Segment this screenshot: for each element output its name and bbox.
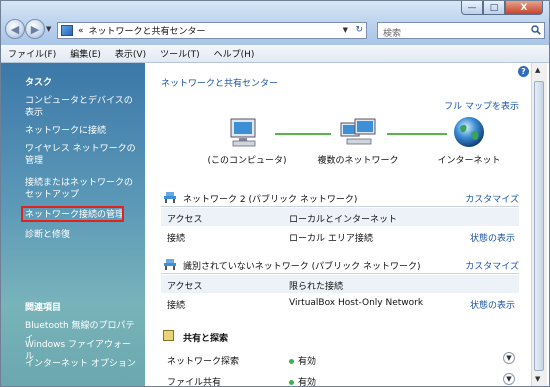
search-input[interactable]: 検索 bbox=[383, 26, 401, 39]
explorer-window: — □ X ◀ ▶ ▼ « ネットワークと共有センター ▼ ↻ 検索 ファイル(… bbox=[0, 0, 550, 387]
computer-icon bbox=[230, 118, 256, 147]
row-value: 有効 bbox=[298, 357, 317, 367]
tasks-heading: タスク bbox=[25, 78, 53, 88]
network1-customize-link[interactable]: カスタマイズ bbox=[465, 192, 519, 205]
expand-chevron-icon[interactable]: ▼ bbox=[503, 352, 515, 364]
minimize-button[interactable]: — bbox=[461, 1, 483, 15]
window-controls: — □ X bbox=[461, 1, 543, 15]
task-setup-connection[interactable]: 接続またはネットワークのセットアップ bbox=[25, 177, 139, 201]
network2-header: 識別されていないネットワーク (パブリック ネットワーク) カスタマイズ bbox=[161, 257, 519, 274]
row-value: 限られた接続 bbox=[289, 282, 344, 292]
menu-view[interactable]: 表示(V) bbox=[108, 47, 153, 60]
menu-help[interactable]: ヘルプ(H) bbox=[207, 47, 262, 60]
task-connect-network[interactable]: ネットワークに接続 bbox=[25, 125, 139, 137]
network-bench-icon bbox=[164, 192, 176, 203]
menu-file[interactable]: ファイル(F) bbox=[1, 47, 63, 60]
sharing-title: 共有と探索 bbox=[183, 334, 229, 344]
row-key: アクセス bbox=[167, 215, 203, 225]
menu-edit[interactable]: 編集(E) bbox=[63, 47, 108, 60]
network-map: (このコンピュータ) 複数のネットワーク インターネット bbox=[147, 113, 549, 177]
row-value: ローカルとインターネット bbox=[289, 215, 398, 225]
network2-title: 識別されていないネットワーク (パブリック ネットワーク) bbox=[183, 262, 421, 272]
main-content: ? ネットワークと共有センター フル マップを表示 (このコンピュータ) 複数の… bbox=[147, 63, 549, 387]
menu-tools[interactable]: ツール(T) bbox=[153, 47, 207, 60]
sharing-header: 共有と探索 bbox=[161, 328, 519, 344]
row-key: アクセス bbox=[167, 282, 203, 292]
highlight-frame bbox=[21, 206, 124, 222]
status-on-icon bbox=[289, 380, 294, 385]
forward-arrow-icon: ▶ bbox=[30, 22, 40, 36]
computer-label: (このコンピュータ) bbox=[207, 156, 287, 166]
row-key: ファイル共有 bbox=[167, 378, 222, 387]
row-status: 有効 bbox=[289, 354, 316, 367]
status-on-icon bbox=[289, 359, 294, 364]
back-arrow-icon: ◀ bbox=[10, 22, 20, 36]
address-prefix: « bbox=[78, 25, 84, 36]
search-box[interactable]: 検索 bbox=[377, 22, 545, 39]
table-row: ファイル共有 有効 ▼ bbox=[161, 371, 519, 387]
row-key: 接続 bbox=[167, 234, 186, 244]
network2-view-status-link[interactable]: 状態の表示 bbox=[470, 298, 515, 311]
table-row: 接続 VirtualBox Host-Only Network 状態の表示 bbox=[161, 294, 519, 312]
vertical-scrollbar[interactable]: ▲ ▼ bbox=[531, 63, 547, 386]
network1-header: ネットワーク 2 (パブリック ネットワーク) カスタマイズ bbox=[161, 190, 519, 207]
row-key: ネットワーク探索 bbox=[167, 357, 240, 367]
address-bar[interactable]: « ネットワークと共有センター ▼ ↻ bbox=[57, 22, 367, 39]
menu-bar: ファイル(F) 編集(E) 表示(V) ツール(T) ヘルプ(H) bbox=[1, 45, 549, 63]
internet-globe-icon bbox=[454, 117, 484, 147]
map-connector-right bbox=[387, 133, 447, 135]
control-panel-icon bbox=[61, 25, 73, 36]
related-internet-options[interactable]: インターネット オプション bbox=[25, 358, 139, 370]
network1-title: ネットワーク 2 (パブリック ネットワーク) bbox=[183, 195, 358, 205]
internet-label: インターネット bbox=[437, 156, 501, 166]
close-button[interactable]: X bbox=[505, 1, 543, 15]
row-status: 有効 bbox=[289, 375, 317, 387]
task-manage-wireless[interactable]: ワイヤレス ネットワークの管理 bbox=[25, 143, 139, 167]
address-path[interactable]: ネットワークと共有センター bbox=[89, 24, 206, 37]
maximize-button[interactable]: □ bbox=[483, 1, 505, 15]
network-bench-icon bbox=[164, 259, 176, 270]
map-connector-left bbox=[275, 133, 331, 135]
multiple-networks-icon bbox=[340, 118, 376, 145]
task-view-computers[interactable]: コンピュータとデバイスの表示 bbox=[25, 95, 139, 119]
task-pane: タスク コンピュータとデバイスの表示 ネットワークに接続 ワイヤレス ネットワー… bbox=[1, 63, 145, 386]
refresh-icon[interactable]: ↻ bbox=[355, 25, 363, 35]
expand-chevron-icon[interactable]: ▼ bbox=[503, 373, 515, 385]
row-key: 接続 bbox=[167, 301, 186, 311]
scrollbar-thumb[interactable] bbox=[534, 81, 544, 371]
back-button[interactable]: ◀ bbox=[5, 19, 25, 39]
recent-pages-dropdown-icon[interactable]: ▼ bbox=[46, 25, 51, 33]
network1-view-status-link[interactable]: 状態の表示 bbox=[470, 231, 515, 244]
table-row: アクセス ローカルとインターネット bbox=[161, 208, 519, 226]
full-map-link[interactable]: フル マップを表示 bbox=[444, 99, 519, 112]
related-heading: 関連項目 bbox=[25, 303, 62, 313]
scroll-down-icon[interactable]: ▼ bbox=[535, 375, 540, 383]
row-value: ローカル エリア接続 bbox=[289, 234, 373, 244]
sharing-icon bbox=[163, 330, 174, 341]
title-bar: — □ X ◀ ▶ ▼ « ネットワークと共有センター ▼ ↻ 検索 bbox=[1, 1, 549, 45]
forward-button[interactable]: ▶ bbox=[25, 19, 45, 39]
scroll-up-icon[interactable]: ▲ bbox=[535, 66, 540, 74]
table-row: 接続 ローカル エリア接続 状態の表示 bbox=[161, 227, 519, 245]
network2-customize-link[interactable]: カスタマイズ bbox=[465, 259, 519, 272]
row-value: 有効 bbox=[298, 378, 317, 387]
page-title: ネットワークと共有センター bbox=[161, 79, 279, 89]
row-value: VirtualBox Host-Only Network bbox=[289, 298, 424, 308]
help-icon[interactable]: ? bbox=[518, 66, 529, 77]
search-icon[interactable] bbox=[531, 25, 541, 35]
table-row: アクセス 限られた接続 bbox=[161, 275, 519, 293]
task-diagnose-repair[interactable]: 診断と修復 bbox=[25, 229, 139, 241]
multiple-networks-label: 複数のネットワーク bbox=[317, 156, 399, 166]
address-dropdown-icon[interactable]: ▼ bbox=[343, 26, 348, 34]
table-row: ネットワーク探索 有効 ▼ bbox=[161, 350, 519, 368]
